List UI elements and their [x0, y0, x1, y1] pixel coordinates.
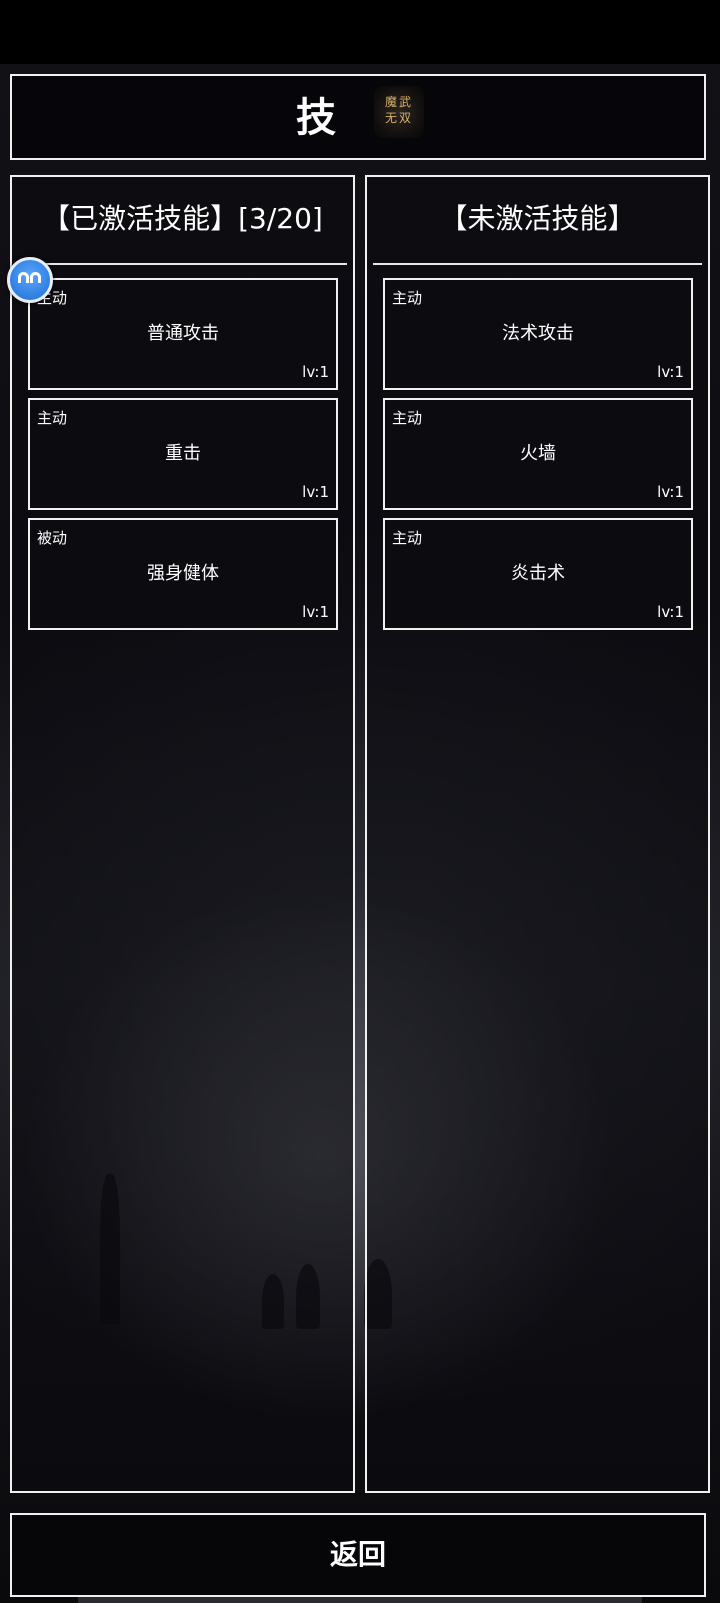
skill-level: lv:1 — [302, 603, 329, 621]
skill-type: 主动 — [392, 289, 423, 307]
skill-level: lv:1 — [302, 363, 329, 381]
skill-card[interactable]: 主动 重击 lv:1 — [28, 398, 338, 510]
game-logo: 魔武 无双 — [374, 86, 424, 138]
skill-level: lv:1 — [302, 483, 329, 501]
skills-screen: 技 魔武 无双 【已激活技能】[3/20] 主动 普通攻击 lv:1 主动 重击… — [0, 0, 720, 1603]
skill-name: 法术攻击 — [502, 323, 574, 344]
skill-level: lv:1 — [657, 483, 684, 501]
inactive-skills-header: 【未激活技能】 — [439, 202, 636, 235]
skill-card[interactable]: 主动 炎击术 lv:1 — [383, 518, 693, 630]
skill-type: 被动 — [37, 529, 68, 547]
skill-name: 普通攻击 — [147, 323, 219, 344]
skill-type: 主动 — [392, 409, 423, 427]
back-button[interactable]: 返回 — [10, 1513, 706, 1597]
skill-type: 主动 — [37, 409, 68, 427]
skill-type: 主动 — [392, 529, 423, 547]
skill-card[interactable]: 主动 火墙 lv:1 — [383, 398, 693, 510]
divider — [373, 263, 702, 265]
bottom-bar — [78, 1597, 642, 1603]
floating-assistant-button[interactable] — [7, 257, 53, 303]
inactive-skills-panel: 【未激活技能】 主动 法术攻击 lv:1 主动 火墙 lv:1 主动 炎击术 l… — [365, 175, 710, 1493]
skill-name: 炎击术 — [511, 563, 565, 584]
skill-name: 强身健体 — [147, 563, 219, 584]
skill-level: lv:1 — [657, 363, 684, 381]
skill-card[interactable]: 主动 法术攻击 lv:1 — [383, 278, 693, 390]
title-bar — [10, 74, 706, 160]
skill-name: 重击 — [165, 443, 201, 464]
activated-skills-panel: 【已激活技能】[3/20] 主动 普通攻击 lv:1 主动 重击 lv:1 被动… — [10, 175, 355, 1493]
divider — [18, 263, 347, 265]
skill-name: 火墙 — [520, 443, 556, 464]
page-title: 技 — [296, 95, 336, 141]
skill-card[interactable]: 被动 强身健体 lv:1 — [28, 518, 338, 630]
skill-level: lv:1 — [657, 603, 684, 621]
skill-card[interactable]: 主动 普通攻击 lv:1 — [28, 278, 338, 390]
activated-skills-header: 【已激活技能】[3/20] — [42, 202, 323, 235]
eye-icon — [30, 272, 41, 283]
eye-icon — [18, 272, 29, 283]
